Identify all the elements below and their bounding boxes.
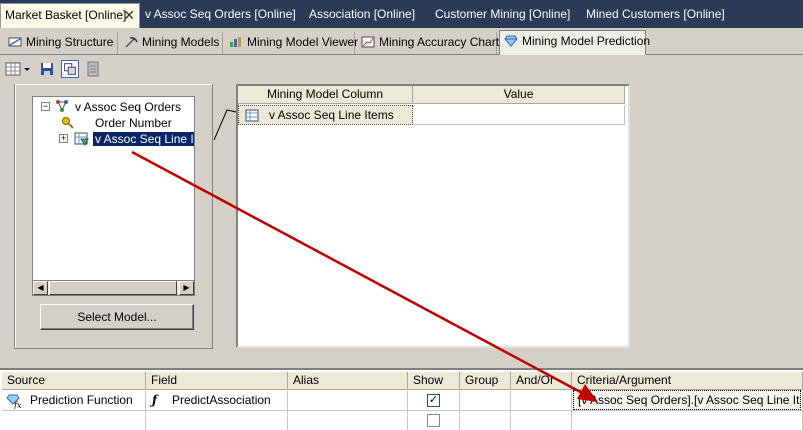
tree-item-root[interactable]: v Assoc Seq Orders bbox=[75, 99, 181, 115]
cell-alias-empty[interactable] bbox=[288, 411, 408, 430]
doc-tab-mined-customers[interactable]: Mined Customers [Online] bbox=[586, 4, 725, 24]
tree-item-label: v Assoc Seq Orders bbox=[75, 100, 182, 114]
structure-icon bbox=[8, 37, 22, 47]
pickaxe-icon bbox=[125, 37, 138, 48]
cell-text: Prediction Function bbox=[30, 393, 133, 407]
column-header-source[interactable]: Source bbox=[2, 372, 146, 390]
viewer-icon bbox=[230, 37, 241, 47]
cell-show-empty[interactable] bbox=[408, 411, 460, 430]
cell-field[interactable]: ƒ PredictAssociation bbox=[146, 391, 288, 411]
scroll-thumb[interactable] bbox=[49, 281, 177, 295]
nested-table-icon bbox=[74, 132, 89, 146]
tree-item-order-number[interactable]: Order Number bbox=[95, 115, 172, 131]
query-icon[interactable] bbox=[84, 60, 102, 78]
column-header-field[interactable]: Field bbox=[146, 372, 288, 390]
tab-mining-models[interactable]: Mining Models bbox=[120, 32, 223, 54]
doc-tab-label: Customer Mining [Online] bbox=[435, 7, 571, 21]
show-checkbox[interactable]: ✓ bbox=[427, 394, 440, 407]
column-header-and-or[interactable]: And/Or bbox=[511, 372, 572, 390]
close-icon[interactable]: ✕ bbox=[123, 4, 135, 26]
tab-label: Mining Model Viewer bbox=[247, 35, 359, 49]
join-line bbox=[213, 109, 237, 141]
result-view-icon[interactable] bbox=[61, 60, 79, 78]
tab-mining-model-prediction[interactable]: Mining Model Prediction bbox=[499, 30, 650, 55]
doc-tab-association[interactable]: Association [Online] bbox=[309, 4, 415, 24]
doc-tab-label: Association [Online] bbox=[309, 7, 416, 21]
tab-mining-accuracy-chart[interactable]: Mining Accuracy Chart bbox=[357, 32, 500, 54]
doc-tab-market-basket[interactable]: Market Basket [Online] ✕ bbox=[0, 3, 140, 28]
criteria-argument-field[interactable]: [v Assoc Seq Orders].[v Assoc Seq Line I… bbox=[573, 390, 801, 410]
tree-item-label: v Assoc Seq Line Ite bbox=[93, 132, 194, 146]
cell-show[interactable]: ✓ bbox=[408, 391, 460, 411]
doc-tab-label: v Assoc Seq Orders [Online] bbox=[145, 7, 296, 21]
diamond-icon bbox=[504, 35, 518, 47]
column-header-group[interactable]: Group bbox=[460, 372, 511, 390]
tab-label: Mining Accuracy Chart bbox=[379, 35, 500, 49]
cell-field-empty[interactable] bbox=[146, 411, 288, 430]
mining-model-tree[interactable]: − v Assoc Seq Orders Order Number + v As… bbox=[32, 96, 195, 296]
key-icon bbox=[62, 117, 74, 129]
chart-icon bbox=[361, 36, 375, 48]
cell-group-empty[interactable] bbox=[460, 411, 511, 430]
doc-tab-v-assoc-seq-orders[interactable]: v Assoc Seq Orders [Online] bbox=[145, 4, 296, 24]
cell-source-empty[interactable] bbox=[2, 411, 146, 430]
cell-source[interactable]: fx Prediction Function bbox=[2, 391, 146, 411]
expand-icon[interactable]: + bbox=[59, 134, 68, 143]
column-header-value[interactable]: Value bbox=[413, 86, 625, 104]
collapse-icon[interactable]: − bbox=[41, 102, 50, 111]
tree-item-line-items[interactable]: v Assoc Seq Line Ite bbox=[93, 131, 194, 147]
show-checkbox-empty[interactable] bbox=[427, 414, 440, 427]
function-icon: ƒ bbox=[152, 393, 158, 407]
tab-mining-model-viewer[interactable]: Mining Model Viewer bbox=[225, 32, 359, 54]
cell-group[interactable] bbox=[460, 391, 511, 411]
chevron-down-icon[interactable] bbox=[22, 60, 32, 78]
column-header-alias[interactable]: Alias bbox=[288, 372, 408, 390]
column-header-criteria-argument[interactable]: Criteria/Argument bbox=[572, 372, 803, 390]
tab-mining-structure[interactable]: Mining Structure bbox=[4, 32, 118, 54]
tab-label: Mining Structure bbox=[26, 35, 114, 49]
column-header-show[interactable]: Show bbox=[408, 372, 460, 390]
tab-label: Mining Models bbox=[142, 35, 220, 49]
doc-tab-label: Mined Customers [Online] bbox=[586, 7, 725, 21]
input-column-grid: Mining Model Column Value v Assoc Seq Li… bbox=[236, 84, 630, 348]
grid-view-icon[interactable] bbox=[4, 60, 22, 78]
cell-text: PredictAssociation bbox=[172, 393, 271, 407]
grid-cell-text: v Assoc Seq Line Items bbox=[269, 108, 394, 122]
svg-text:fx: fx bbox=[13, 401, 22, 409]
grid-cell-column[interactable]: v Assoc Seq Line Items bbox=[238, 105, 413, 125]
designer-tab-strip: Mining Structure Mining Models Mining Mo… bbox=[0, 28, 803, 55]
select-model-button[interactable]: Select Model... bbox=[40, 304, 194, 330]
scroll-right-icon[interactable]: ▶ bbox=[179, 281, 194, 295]
tree-horizontal-scrollbar[interactable]: ◀ ▶ bbox=[32, 280, 195, 296]
tree-item-label: Order Number bbox=[95, 116, 172, 130]
cell-and-or[interactable] bbox=[511, 391, 572, 411]
scroll-left-icon[interactable]: ◀ bbox=[33, 281, 48, 295]
cell-criteria-empty[interactable] bbox=[572, 411, 803, 430]
column-header-mining-model-column[interactable]: Mining Model Column bbox=[238, 86, 413, 104]
cell-alias[interactable] bbox=[288, 391, 408, 411]
doc-tab-label: Market Basket [Online] bbox=[5, 8, 127, 22]
save-icon[interactable] bbox=[38, 60, 56, 78]
doc-tab-customer-mining[interactable]: Customer Mining [Online] bbox=[435, 4, 570, 24]
toolbar bbox=[0, 56, 803, 82]
mining-structure-icon bbox=[56, 100, 68, 112]
table-icon bbox=[245, 109, 259, 122]
grid-cell-value[interactable] bbox=[413, 105, 625, 125]
cell-and-or-empty[interactable] bbox=[511, 411, 572, 430]
document-tab-strip: Market Basket [Online] ✕ v Assoc Seq Ord… bbox=[0, 0, 803, 28]
prediction-function-icon: fx bbox=[6, 394, 22, 409]
tab-label: Mining Model Prediction bbox=[522, 34, 651, 48]
